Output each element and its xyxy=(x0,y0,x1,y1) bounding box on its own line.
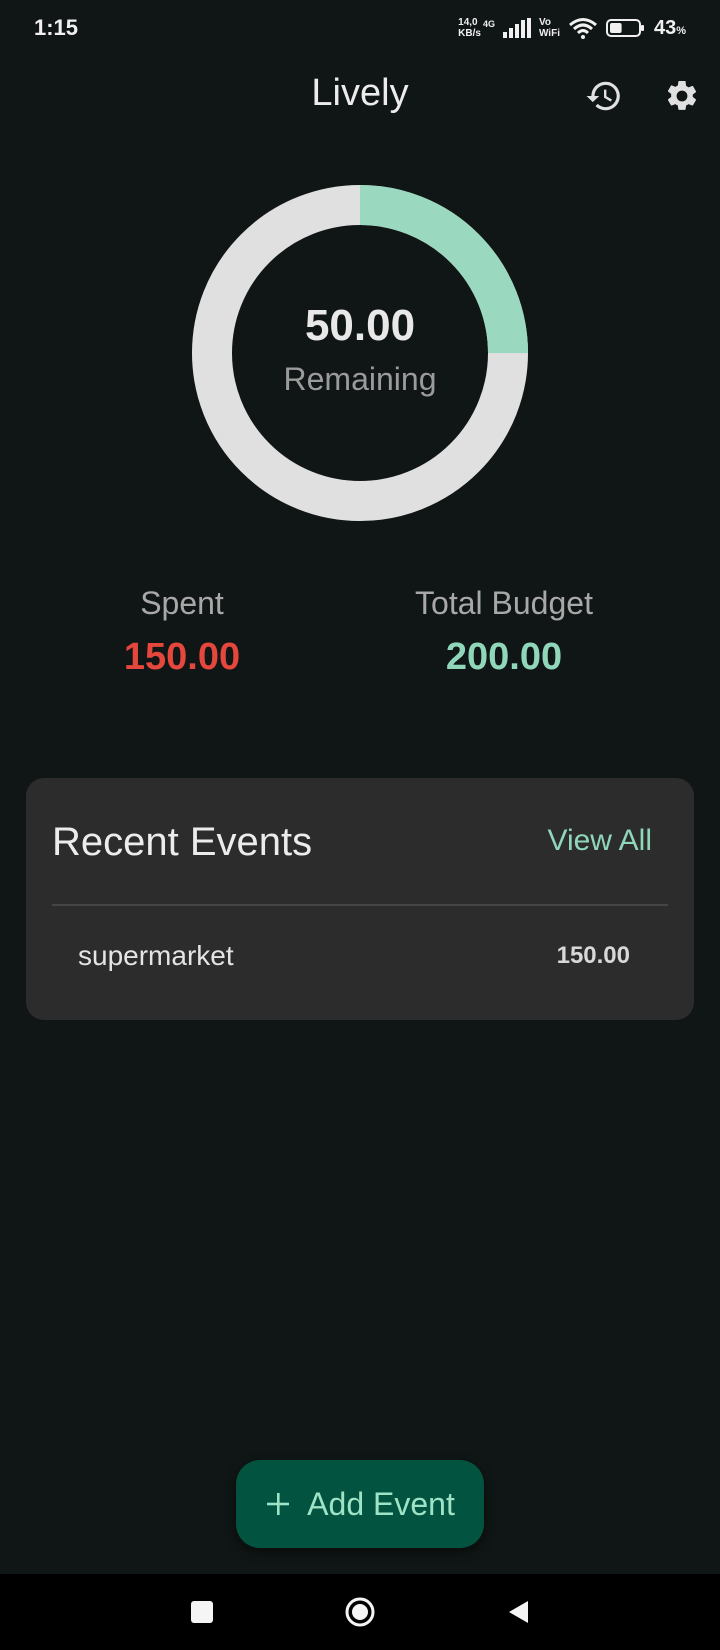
wifi-icon xyxy=(569,18,597,39)
back-button[interactable] xyxy=(498,1592,538,1632)
donut-center: 50.00 Remaining xyxy=(190,183,530,523)
network-speed: 14,0 KB/s xyxy=(458,17,481,39)
remaining-label: Remaining xyxy=(283,360,437,397)
home-button[interactable] xyxy=(340,1592,380,1632)
budget-donut: 50.00 Remaining xyxy=(190,183,530,523)
plus-icon xyxy=(267,1493,290,1515)
spent-stat: Spent 150.00 xyxy=(52,585,312,679)
gear-icon xyxy=(667,80,697,110)
history-button[interactable] xyxy=(580,72,628,120)
network-type: 4G xyxy=(482,18,495,29)
battery-icon xyxy=(605,19,644,37)
system-nav-bar xyxy=(0,1574,720,1650)
status-time: 1:15 xyxy=(34,15,79,40)
network-speed-unit: KB/s xyxy=(458,28,481,39)
remaining-value: 50.00 xyxy=(304,300,416,350)
battery-percent-value: 43 xyxy=(653,16,677,39)
settings-button[interactable] xyxy=(658,72,706,120)
spent-label: Spent xyxy=(140,585,224,621)
vowifi-indicator: Vo WiFi xyxy=(539,17,560,39)
home-circle-icon xyxy=(345,1597,375,1627)
add-event-button[interactable]: Add Event xyxy=(236,1460,484,1548)
recents-button[interactable] xyxy=(182,1592,222,1632)
network-speed-value: 14,0 xyxy=(458,17,478,28)
total-budget-label: Total Budget xyxy=(415,585,593,621)
recent-events-card: Recent Events View All supermarket 150.0… xyxy=(26,778,694,1020)
app-header: Lively xyxy=(0,60,720,130)
square-icon xyxy=(191,1601,213,1623)
back-triangle-icon xyxy=(509,1601,528,1623)
battery-percent: 43% xyxy=(654,17,686,40)
vowifi-top: Vo xyxy=(538,17,551,28)
history-icon xyxy=(586,81,620,111)
vowifi-bottom: WiFi xyxy=(538,28,560,39)
total-budget-stat: Total Budget 200.00 xyxy=(374,585,634,679)
event-name: supermarket xyxy=(78,940,234,971)
view-all-link[interactable]: View All xyxy=(547,824,652,858)
list-item[interactable]: supermarket 150.00 xyxy=(52,906,668,1006)
status-bar: 1:15 14,0 KB/s 4G Vo WiFi 43% xyxy=(0,0,720,56)
status-indicators: 14,0 KB/s 4G Vo WiFi 43% xyxy=(458,17,686,40)
spent-value: 150.00 xyxy=(123,636,241,678)
add-event-label: Add Event xyxy=(307,1485,455,1522)
total-budget-value: 200.00 xyxy=(445,636,563,678)
signal-icon xyxy=(502,18,531,38)
recent-events-title: Recent Events xyxy=(52,820,313,864)
event-amount: 150.00 xyxy=(556,942,630,969)
battery-percent-sign: % xyxy=(676,24,686,37)
